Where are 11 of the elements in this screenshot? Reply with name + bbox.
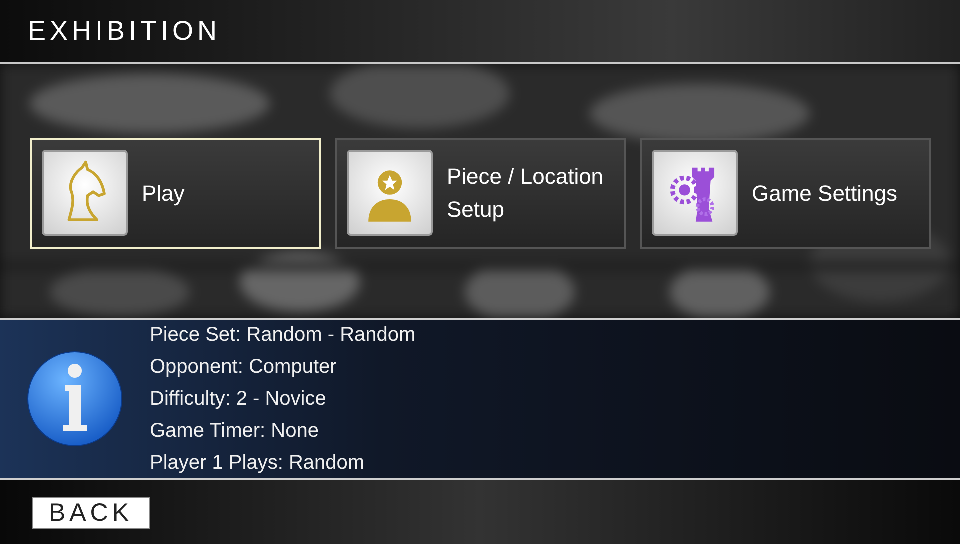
back-button[interactable]: BACK xyxy=(32,497,150,529)
menu-button[interactable]: Piece / Location Setup xyxy=(335,138,626,248)
info-text: Piece Set: Random - Random xyxy=(150,323,416,348)
info-text: Game Timer: None xyxy=(150,419,320,444)
info-text: Difficulty: 2 - Novice xyxy=(150,387,328,412)
menu-button[interactable]: Game Settings xyxy=(640,138,931,248)
menu-button[interactable]: Play xyxy=(30,138,321,248)
info-icon xyxy=(27,351,123,447)
info-text: Player 1 Plays: Random xyxy=(150,451,366,476)
screen-title: EXHIBITION xyxy=(28,16,222,46)
info-text: Opponent: Computer xyxy=(150,355,338,380)
